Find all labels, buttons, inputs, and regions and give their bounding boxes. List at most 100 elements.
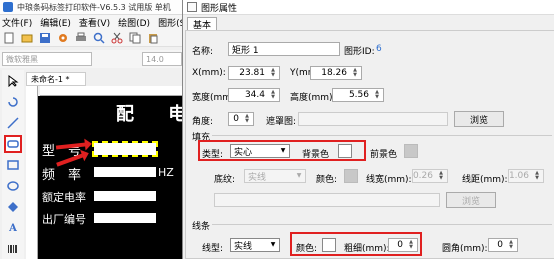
line-type-select[interactable]: 实线 ▼ [230,238,280,252]
angle-value: 0 [233,114,239,124]
x-label: X(mm): [192,68,226,78]
x-spinner-icon[interactable]: ▲ ▼ [268,68,278,78]
thickness-spinner-icon[interactable]: ▲ ▼ [406,240,416,250]
angle-label: 角度: [192,117,214,127]
rotate-tool-icon[interactable] [4,93,22,111]
mask-path-field[interactable] [298,112,448,126]
document-tab[interactable]: 未命名-1 * [26,72,86,86]
pattern-linewidth-value: 0.26 [412,171,433,181]
vertical-ruler [26,86,38,259]
open-folder-icon[interactable] [20,31,34,45]
y-value: 18.26 [321,68,347,78]
cut-icon[interactable] [110,31,124,45]
copy-icon[interactable] [128,31,142,45]
menu-edit[interactable]: 编辑(E) [40,16,71,29]
fill-highlight-box [198,140,366,161]
line-type-value: 实线 [234,241,253,252]
menu-view[interactable]: 查看(V) [79,16,110,29]
chevron-down-icon: ▼ [270,241,276,248]
barcode-tool-icon[interactable] [4,240,22,258]
pattern-linegap-label: 线距(mm): [462,175,508,185]
height-input[interactable]: 5.56 ▲ ▼ [332,88,384,102]
chevron-down-icon: ▼ [296,172,302,179]
paste-icon[interactable] [146,31,160,45]
font-size-select[interactable]: 14.0 [142,52,182,66]
pattern-select[interactable]: 实线 ▼ [244,169,306,183]
diamond-tool-icon[interactable] [4,198,22,216]
line-type-label: 线型: [202,244,224,254]
line-separator [212,224,552,225]
horizontal-ruler [40,86,182,96]
label-canvas[interactable]: 配 电 型 号 频 率 HZ 额定电率 出厂编号 [38,96,186,259]
width-value: 34.4 [244,90,265,100]
print-icon[interactable] [74,31,88,45]
pattern-color-swatch[interactable] [344,169,358,183]
corner-radius-label: 圆角(mm): [442,244,488,254]
pattern-linegap-input[interactable]: 1.06 ▲ ▼ [508,169,544,183]
canvas-label-serial: 出厂编号 [42,213,86,226]
rectangle-tool-icon[interactable] [4,135,22,153]
corner-radius-input[interactable]: 0 ▲ ▼ [488,238,518,252]
line-tool-icon[interactable] [4,114,22,132]
settings-icon[interactable] [56,31,70,45]
height-label: 高度(mm): [290,93,336,103]
font-family-select[interactable]: 微软雅黑 [2,52,92,66]
thickness-label: 粗细(mm): [344,244,390,254]
height-value: 5.56 [348,90,369,100]
angle-spinner-icon[interactable]: ▲ ▼ [242,114,252,124]
x-value: 23.81 [239,68,265,78]
menu-file[interactable]: 文件(F) [2,16,32,29]
y-spinner-icon[interactable]: ▲ ▼ [350,68,360,78]
dialog-title: 图形属性 [201,3,238,14]
line-color-label: 颜色: [296,244,318,254]
width-spinner-icon[interactable]: ▲ ▼ [268,90,278,100]
preview-icon[interactable] [92,31,106,45]
mask-browse-button[interactable]: 浏览 [454,111,504,127]
new-doc-icon[interactable] [2,31,16,45]
canvas-unit-hz: HZ [158,166,174,179]
line-color-swatch[interactable] [322,238,336,252]
shape-id-value: 6 [376,44,382,54]
fill-browse-button[interactable]: 浏览 [446,192,496,208]
x-input[interactable]: 23.81 ▲ ▼ [228,66,280,80]
linegap-spinner-icon[interactable]: ▲ ▼ [532,171,542,181]
font-toolbar: 微软雅黑 14.0 [0,50,182,68]
pattern-linewidth-input[interactable]: 0.26 ▲ ▼ [412,169,448,183]
pointer-tool-icon[interactable] [4,72,22,90]
save-icon[interactable] [38,31,52,45]
app-title: 中琅条码标签打印软件-V6.5.3 试用版 单机 [17,2,171,12]
rated-box[interactable] [94,191,156,201]
pattern-linewidth-label: 线宽(mm): [366,175,412,185]
radius-spinner-icon[interactable]: ▲ ▼ [506,240,516,250]
app-logo-icon [3,2,13,12]
width-input[interactable]: 34.4 ▲ ▼ [228,88,280,102]
menu-draw[interactable]: 绘图(D) [118,16,150,29]
name-label: 名称: [192,47,214,57]
tab-basic[interactable]: 基本 [187,17,217,31]
app-titlebar: 中琅条码标签打印软件-V6.5.3 试用版 单机 [0,0,182,15]
pattern-label: 底纹: [214,175,236,185]
menubar: 文件(F) 编辑(E) 查看(V) 绘图(D) 图形(S) [0,15,189,29]
frequency-box[interactable] [94,167,156,177]
angle-input[interactable]: 0 ▲ ▼ [228,112,254,126]
shape-properties-dialog: 图形属性 基本 名称: 矩形 1 图形ID: 6 X(mm): 23.81 ▲ ▼… [182,0,554,259]
name-input[interactable]: 矩形 1 [228,42,340,56]
shape-id-label: 图形ID: [344,47,375,57]
linewidth-spinner-icon[interactable]: ▲ ▼ [436,171,446,181]
selected-rectangle[interactable] [92,141,158,157]
line-section-title: 线条 [192,222,211,232]
dialog-titlebar: 图形属性 [183,0,554,15]
thickness-input[interactable]: 0 ▲ ▼ [388,238,418,252]
rounded-rect-tool-icon[interactable] [4,156,22,174]
fill-separator [212,135,552,136]
document-tab-label: 未命名-1 * [31,74,70,84]
canvas-label-frequency: 频 率 [42,168,82,183]
fg-color-swatch[interactable] [404,144,418,158]
height-spinner-icon[interactable]: ▲ ▼ [372,90,382,100]
ellipse-tool-icon[interactable] [4,177,22,195]
serial-box[interactable] [94,213,156,223]
y-input[interactable]: 18.26 ▲ ▼ [310,66,362,80]
fill-image-path-field[interactable] [214,193,440,207]
text-tool-icon[interactable]: A [4,219,22,237]
thickness-value: 0 [397,240,403,250]
